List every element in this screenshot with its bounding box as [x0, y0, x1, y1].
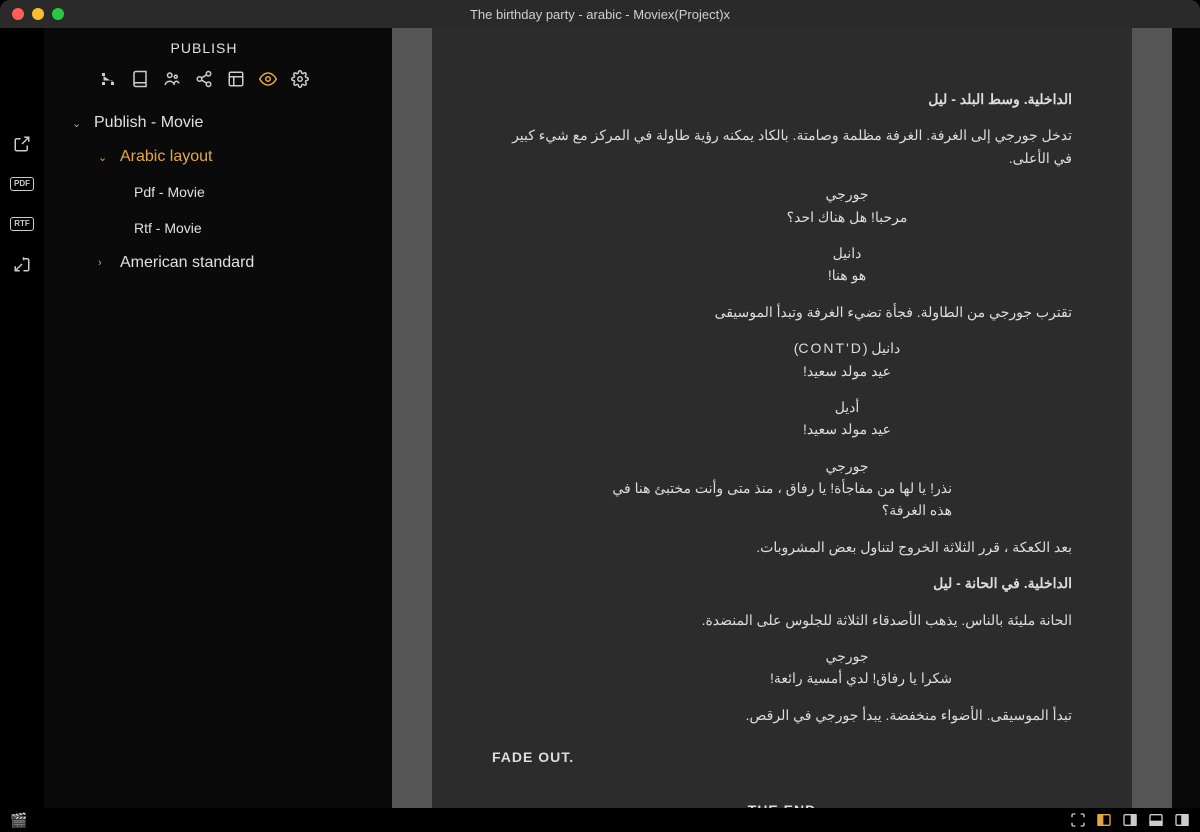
- chevron-down-icon: ⌄: [72, 117, 86, 130]
- pdf-icon[interactable]: PDF: [12, 174, 32, 194]
- panel-left-icon[interactable]: [1096, 812, 1112, 828]
- tree-item-american-standard[interactable]: › American standard: [44, 246, 364, 280]
- tree-item-label: Publish - Movie: [94, 114, 203, 132]
- window-title: The birthday party - arabic - Moviex(Pro…: [470, 7, 730, 22]
- bottombar: 🎬: [0, 808, 1200, 832]
- sidebar-header: PUBLISH: [44, 28, 364, 64]
- tree-item-label: Pdf - Movie: [134, 184, 205, 200]
- left-rail: PDF RTF: [0, 28, 44, 808]
- hierarchy-icon[interactable]: [99, 70, 117, 88]
- tree-item-arabic-layout[interactable]: ⌄ Arabic layout: [44, 140, 364, 174]
- content-area: الداخلية. وسط البلد - ليل تدخل جورجي إلى…: [364, 28, 1200, 808]
- chevron-right-icon: ›: [98, 257, 112, 269]
- transition: FADE OUT.: [492, 746, 1072, 768]
- page-wrapper: الداخلية. وسط البلد - ليل تدخل جورجي إلى…: [392, 28, 1172, 808]
- character-name: جورجي: [492, 455, 1072, 477]
- rtf-icon[interactable]: RTF: [12, 214, 32, 234]
- tree-item-label: Rtf - Movie: [134, 220, 202, 236]
- scene-heading: الداخلية. وسط البلد - ليل: [492, 88, 1072, 110]
- end-marker: THE END: [492, 799, 1072, 808]
- screenplay-page[interactable]: الداخلية. وسط البلد - ليل تدخل جورجي إلى…: [432, 28, 1132, 808]
- people-icon[interactable]: [163, 70, 181, 88]
- panel-split-icon[interactable]: [1174, 812, 1190, 828]
- panel-bottom-icon[interactable]: [1148, 812, 1164, 828]
- tree-item-publish-movie[interactable]: ⌄ Publish - Movie: [44, 106, 364, 140]
- share-icon[interactable]: [195, 70, 213, 88]
- sidebar: PUBLISH: [44, 28, 364, 808]
- character-name: جورجي: [492, 183, 1072, 205]
- character-name: دانيل: [492, 242, 1072, 264]
- character-name: أديل: [492, 396, 1072, 418]
- dialogue-line: مرحبا! هل هناك احد؟: [492, 206, 1072, 228]
- tree-item-label: American standard: [120, 254, 254, 272]
- dialogue-line: عيد مولد سعيد!: [492, 418, 1072, 440]
- clapboard-icon[interactable]: 🎬: [10, 812, 27, 829]
- scene-heading: الداخلية. في الحانة - ليل: [492, 572, 1072, 594]
- close-window-button[interactable]: [12, 8, 24, 20]
- eye-icon[interactable]: [259, 70, 277, 88]
- titlebar: The birthday party - arabic - Moviex(Pro…: [0, 0, 1200, 28]
- dialogue-line: شكرا يا رفاق! لدي أمسية رائعة!: [612, 667, 952, 689]
- tree-item-rtf-movie[interactable]: Rtf - Movie: [44, 210, 364, 246]
- dialogue-line: عيد مولد سعيد!: [492, 360, 1072, 382]
- fullscreen-icon[interactable]: [1070, 812, 1086, 828]
- maximize-window-button[interactable]: [52, 8, 64, 20]
- sidebar-toolbar: [44, 64, 364, 102]
- tree-item-pdf-movie[interactable]: Pdf - Movie: [44, 174, 364, 210]
- traffic-lights: [0, 8, 64, 20]
- dialogue-line: هو هنا!: [492, 264, 1072, 286]
- layout-icon[interactable]: [227, 70, 245, 88]
- publish-tree: ⌄ Publish - Movie ⌄ Arabic layout Pdf - …: [44, 102, 364, 284]
- character-name: دانيل (CONT'D): [492, 337, 1072, 359]
- import-icon[interactable]: [12, 254, 32, 274]
- gear-icon[interactable]: [291, 70, 309, 88]
- action-line: بعد الكعكة ، قرر الثلاثة الخروج لتناول ب…: [492, 536, 1072, 558]
- book-icon[interactable]: [131, 70, 149, 88]
- tree-item-label: Arabic layout: [120, 148, 213, 166]
- action-line: الحانة مليئة بالناس. يذهب الأصدقاء الثلا…: [492, 609, 1072, 631]
- export-icon[interactable]: [12, 134, 32, 154]
- dialogue-line: نذر! يا لها من مفاجأة! يا رفاق ، منذ متى…: [612, 477, 952, 522]
- action-line: تقترب جورجي من الطاولة. فجأة تضيء الغرفة…: [492, 301, 1072, 323]
- action-line: تدخل جورجي إلى الغرفة. الغرفة مظلمة وصام…: [492, 124, 1072, 169]
- panel-right-icon[interactable]: [1122, 812, 1138, 828]
- action-line: تبدأ الموسيقى. الأضواء منخفضة. يبدأ جورج…: [492, 704, 1072, 726]
- minimize-window-button[interactable]: [32, 8, 44, 20]
- chevron-down-icon: ⌄: [98, 151, 112, 164]
- character-name: جورجي: [492, 645, 1072, 667]
